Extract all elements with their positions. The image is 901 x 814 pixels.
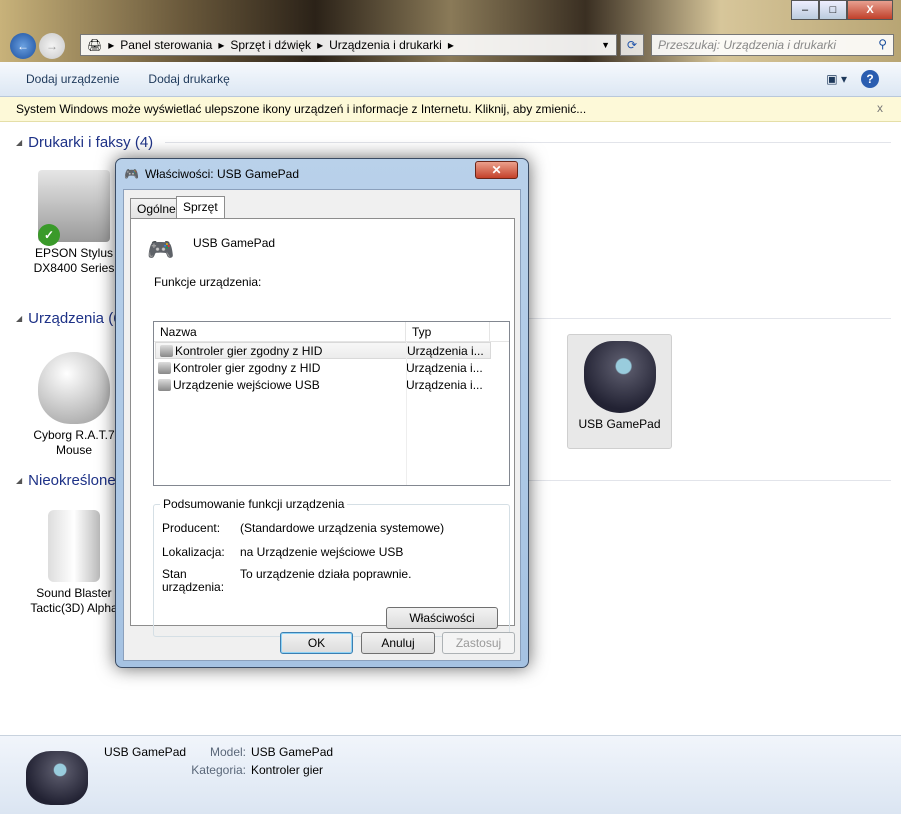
- device-mouse[interactable]: Cyborg R.A.T.7 Mouse: [24, 352, 124, 458]
- dialog-close-button[interactable]: ✕: [475, 161, 518, 179]
- view-options-icon[interactable]: ▣ ▾: [826, 72, 847, 86]
- manufacturer-value: (Standardowe urządzenia systemowe): [240, 521, 445, 535]
- model-label: Model:: [209, 745, 246, 759]
- device-epson[interactable]: ✓ EPSON Stylus DX8400 Series: [24, 170, 124, 276]
- gamepad-icon: 🎮: [147, 237, 175, 262]
- details-pane: USB GamePad Model: Kategoria: USB GamePa…: [0, 735, 901, 814]
- properties-button[interactable]: Właściwości: [386, 607, 498, 629]
- device-icon: [158, 361, 171, 374]
- mouse-icon: [38, 352, 110, 424]
- summary-legend: Podsumowanie funkcji urządzenia: [160, 497, 348, 511]
- summary-group: Podsumowanie funkcji urządzenia Producen…: [153, 497, 510, 637]
- category-value: Kontroler gier: [251, 763, 324, 777]
- close-button[interactable]: X: [847, 0, 893, 20]
- breadcrumb-item[interactable]: Sprzęt i dźwięk: [230, 38, 311, 52]
- device-sound-blaster[interactable]: Sound Blaster Tactic(3D) Alpha: [24, 510, 124, 616]
- model-value: USB GamePad: [251, 745, 334, 759]
- device-name: USB GamePad: [193, 236, 276, 250]
- list-item[interactable]: Kontroler gier zgodny z HID Urządzenia i.…: [154, 359, 509, 376]
- list-item[interactable]: Kontroler gier zgodny z HID Urządzenia i.…: [155, 342, 491, 359]
- search-icon[interactable]: ⚲: [878, 37, 887, 51]
- gamepad-icon: 🎮: [124, 167, 139, 181]
- location-value: na Urządzenie wejściowe USB: [240, 545, 404, 559]
- control-panel-icon: 🖨: [87, 38, 103, 52]
- breadcrumb-item[interactable]: Urządzenia i drukarki: [329, 38, 442, 52]
- dropdown-icon[interactable]: ▼: [601, 40, 610, 50]
- address-bar[interactable]: 🖨 ▸ Panel sterowania ▸ Sprzęt i dźwięk ▸ Ur…: [80, 34, 617, 56]
- status-label: Stan urządzenia:: [162, 567, 225, 594]
- tab-hardware[interactable]: Sprzęt: [176, 196, 225, 219]
- refresh-button[interactable]: ⟳: [620, 34, 644, 56]
- search-input[interactable]: Przeszukaj: Urządzenia i drukarki ⚲: [651, 34, 894, 56]
- gamepad-icon: [583, 341, 656, 413]
- title-bar: – □ X ← → 🖨 ▸ Panel sterowania ▸ Sprzęt i …: [0, 0, 901, 62]
- column-type[interactable]: Typ: [406, 322, 490, 341]
- functions-label: Funkcje urządzenia:: [154, 275, 262, 289]
- apply-button[interactable]: Zastosuj: [442, 632, 515, 654]
- back-button[interactable]: ←: [10, 33, 36, 59]
- collapse-icon[interactable]: ◢: [16, 476, 22, 485]
- category-label: Kategoria:: [191, 763, 246, 777]
- close-icon[interactable]: x: [877, 101, 883, 115]
- manufacturer-label: Producent:: [162, 521, 221, 535]
- info-bar[interactable]: System Windows może wyświetlać ulepszone…: [0, 97, 901, 122]
- location-label: Lokalizacja:: [162, 545, 225, 559]
- device-icon: [158, 378, 171, 391]
- ok-button[interactable]: OK: [280, 632, 353, 654]
- device-name: USB GamePad: [104, 745, 187, 759]
- printer-icon: ✓: [38, 170, 110, 246]
- dialog-title: Właściwości: USB GamePad: [144, 167, 299, 181]
- info-text: System Windows może wyświetlać ulepszone…: [16, 102, 587, 116]
- status-value: To urządzenie działa poprawnie.: [240, 567, 412, 581]
- tab-general[interactable]: Ogólne: [130, 198, 183, 218]
- maximize-button[interactable]: □: [819, 0, 847, 20]
- add-device-button[interactable]: Dodaj urządzenie: [26, 72, 119, 86]
- cancel-button[interactable]: Anuluj: [361, 632, 435, 654]
- check-icon: ✓: [38, 224, 60, 246]
- functions-list[interactable]: Nazwa Typ Kontroler gier zgodny z HID Urzą…: [153, 321, 510, 486]
- add-printer-button[interactable]: Dodaj drukarkę: [148, 72, 229, 86]
- device-usb-gamepad[interactable]: USB GamePad: [567, 334, 672, 449]
- list-item[interactable]: Urządzenie wejściowe USB Urządzenia i...: [154, 376, 509, 393]
- device-box-icon: [48, 510, 100, 582]
- device-icon: [160, 344, 173, 357]
- forward-button[interactable]: →: [39, 33, 65, 59]
- command-bar: Dodaj urządzenie Dodaj drukarkę ▣ ▾ ?: [0, 62, 901, 97]
- breadcrumb-item[interactable]: Panel sterowania: [120, 38, 212, 52]
- collapse-icon[interactable]: ◢: [16, 314, 22, 323]
- column-name[interactable]: Nazwa: [154, 322, 406, 341]
- gamepad-icon: [26, 751, 88, 805]
- properties-dialog: 🎮 Właściwości: USB GamePad ✕ Ogólne Sprzę…: [115, 158, 529, 668]
- category-printers[interactable]: ◢ Drukarki i faksy (4): [16, 134, 891, 151]
- minimize-button[interactable]: –: [791, 0, 819, 20]
- help-icon[interactable]: ?: [861, 70, 879, 88]
- collapse-icon[interactable]: ◢: [16, 138, 22, 147]
